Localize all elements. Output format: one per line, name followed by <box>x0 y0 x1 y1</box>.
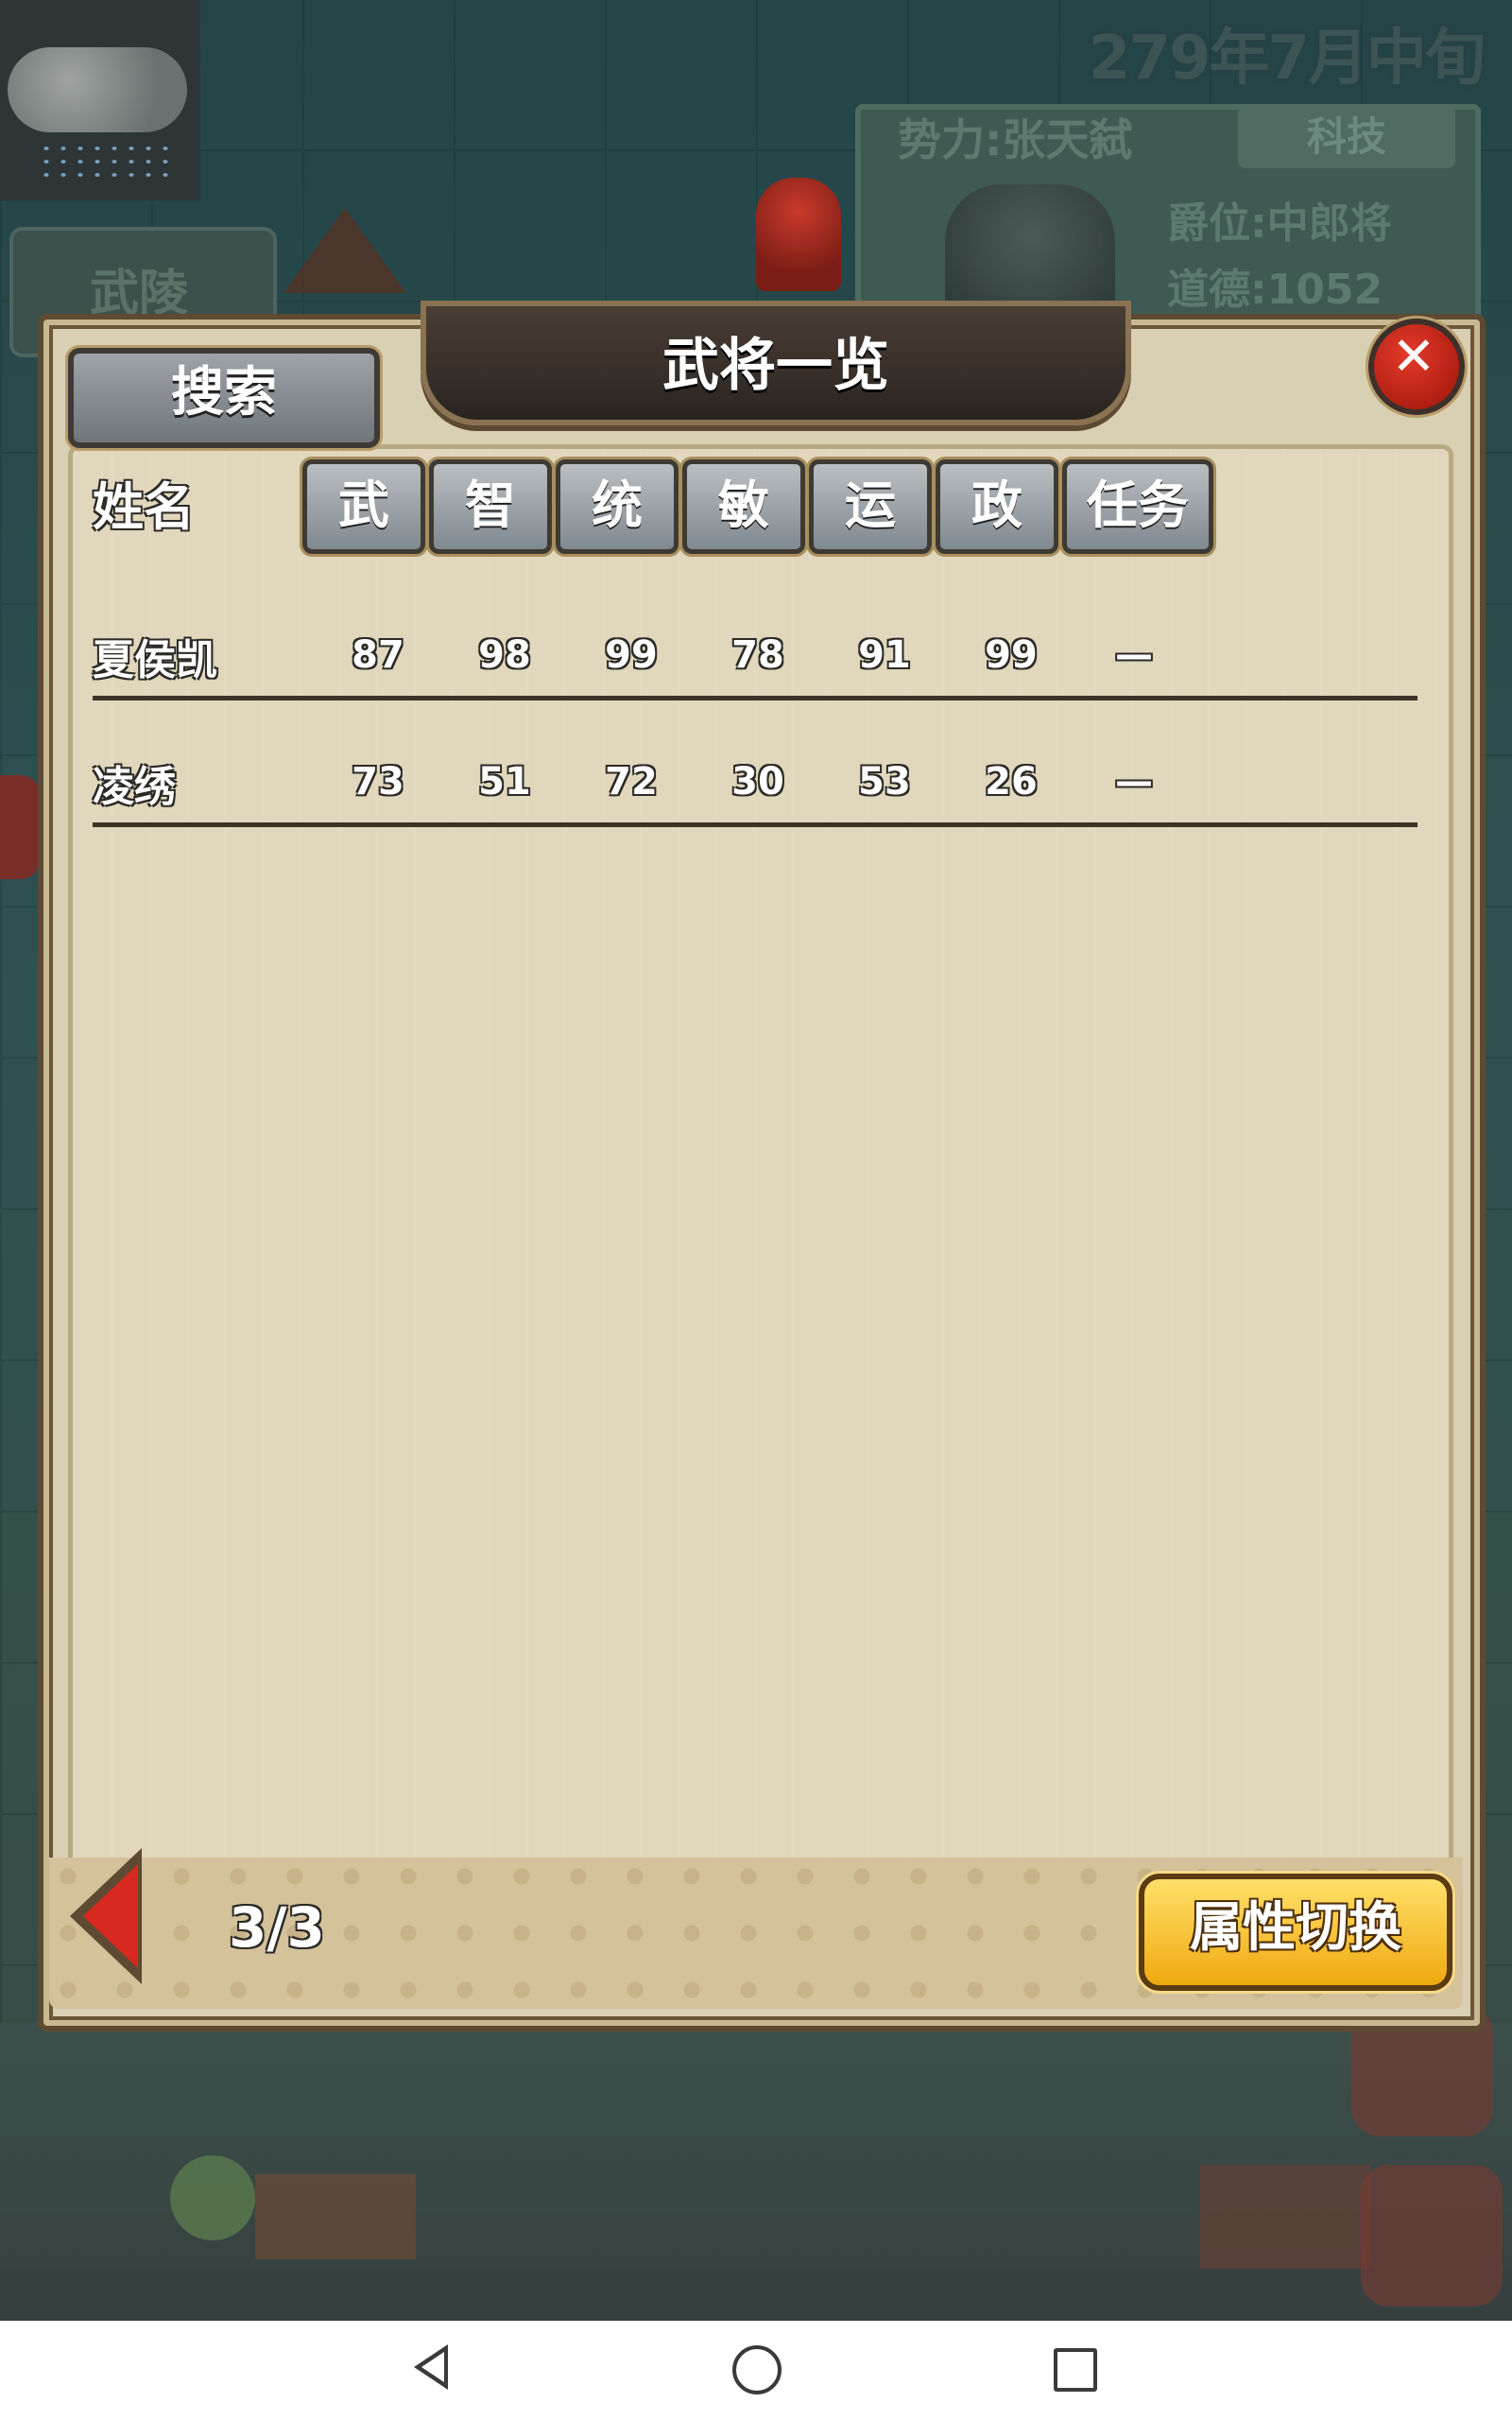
building-sprite <box>1200 2165 1370 2269</box>
faction-name: 势力:张天弑 <box>898 114 1133 165</box>
stat-strength: 73 <box>352 760 404 804</box>
general-name[interactable]: 凌绣 <box>93 752 176 813</box>
sort-intelligence-button[interactable]: 智 <box>429 459 552 554</box>
stat-luck: 53 <box>858 760 911 804</box>
stat-command: 99 <box>605 633 658 677</box>
sort-luck-button[interactable]: 运 <box>809 459 932 554</box>
stat-politics: 99 <box>985 633 1038 677</box>
prev-page-arrow-icon[interactable] <box>70 1848 142 1984</box>
sort-strength-button[interactable]: 武 <box>302 459 425 554</box>
up-arrow-icon <box>284 208 406 293</box>
name-column-header: 姓名 <box>93 477 195 537</box>
stat-politics: 26 <box>985 760 1038 804</box>
house-sprite <box>255 2174 416 2259</box>
stat-agility: 78 <box>731 633 784 677</box>
sort-task-button[interactable]: 任务 <box>1062 459 1213 554</box>
tech-button: 科技 <box>1238 106 1455 168</box>
stat-strength: 87 <box>352 633 404 677</box>
ruler-portrait <box>945 184 1115 317</box>
stat-luck: 91 <box>858 633 911 677</box>
stat-task: — <box>1115 760 1153 804</box>
arrow-right-icon <box>1361 2165 1503 2307</box>
search-button[interactable] <box>68 348 380 448</box>
soldier-sprite <box>756 178 841 291</box>
stat-agility: 30 <box>731 760 784 804</box>
sort-command-button[interactable]: 统 <box>556 459 679 554</box>
stat-intelligence: 51 <box>478 760 531 804</box>
rain-icon <box>38 142 170 180</box>
stat-command: 72 <box>605 760 658 804</box>
row-divider <box>93 822 1418 827</box>
tree-sprite <box>170 2155 255 2240</box>
attribute-switch-button[interactable] <box>1139 1874 1452 1991</box>
morality-label: 道德:1052 <box>1167 266 1383 314</box>
game-date: 279年7月中旬 <box>1088 24 1486 94</box>
dialog-title: 武将一览 <box>662 333 889 399</box>
cloud-icon <box>8 47 187 132</box>
side-banner <box>0 775 40 879</box>
rank-label: 爵位:中郎将 <box>1167 199 1392 248</box>
page-indicator: 3/3 <box>229 1895 325 1960</box>
home-icon[interactable] <box>732 2345 782 2394</box>
general-name[interactable]: 夏侯凯 <box>93 626 217 686</box>
sort-politics-button[interactable]: 政 <box>936 459 1058 554</box>
back-icon[interactable] <box>414 2344 448 2390</box>
recent-apps-icon[interactable] <box>1054 2348 1097 2392</box>
row-divider <box>93 696 1418 700</box>
sort-agility-button[interactable]: 敏 <box>682 459 805 554</box>
stat-intelligence: 98 <box>478 633 531 677</box>
close-icon: ✕ <box>1391 326 1436 388</box>
weather-panel <box>0 0 200 200</box>
stat-task: — <box>1115 633 1153 677</box>
